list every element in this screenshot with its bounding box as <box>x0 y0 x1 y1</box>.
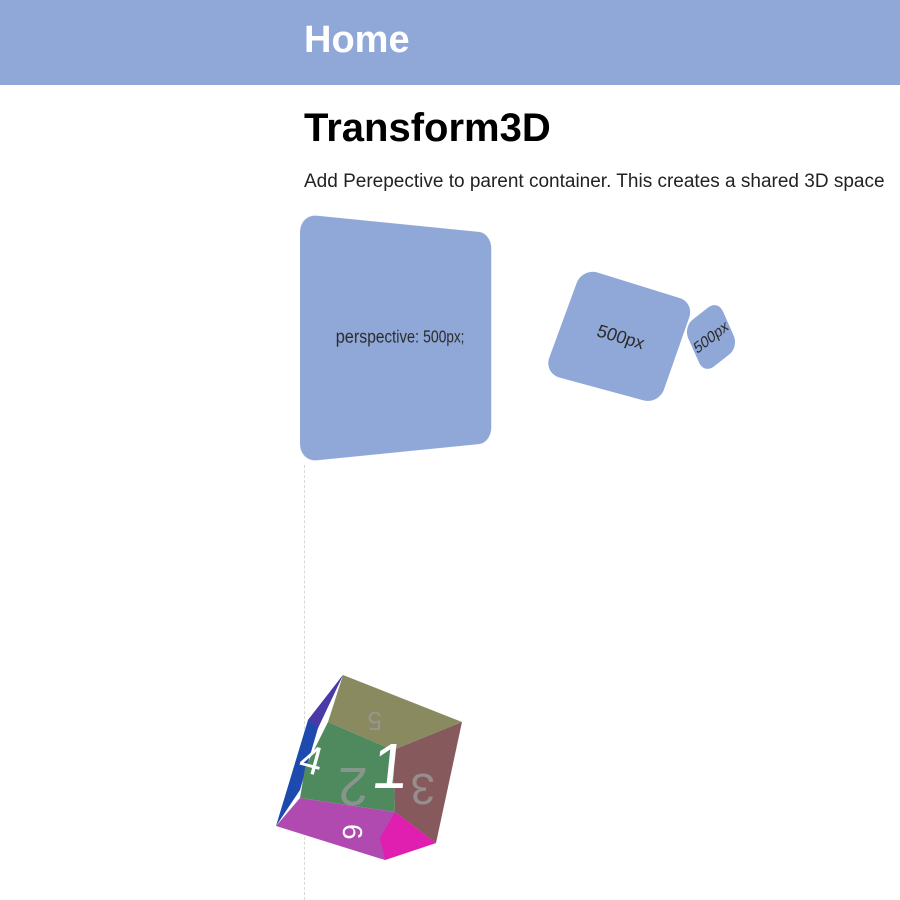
perspective-card-large: perspective: 500px; <box>300 214 492 462</box>
perspective-card-small: 500px <box>683 299 739 375</box>
header-bar: Home <box>0 0 900 85</box>
perspective-card-medium-label: 500px <box>594 320 648 353</box>
page-description: Add Perepective to parent container. Thi… <box>304 171 885 192</box>
perspective-card-medium: 500px <box>543 267 695 405</box>
perspective-card-large-label: perspective: 500px; <box>335 327 465 348</box>
page-title: Transform3D <box>304 106 551 150</box>
home-link[interactable]: Home <box>304 18 410 64</box>
perspective-card-small-label: 500px <box>691 316 731 358</box>
